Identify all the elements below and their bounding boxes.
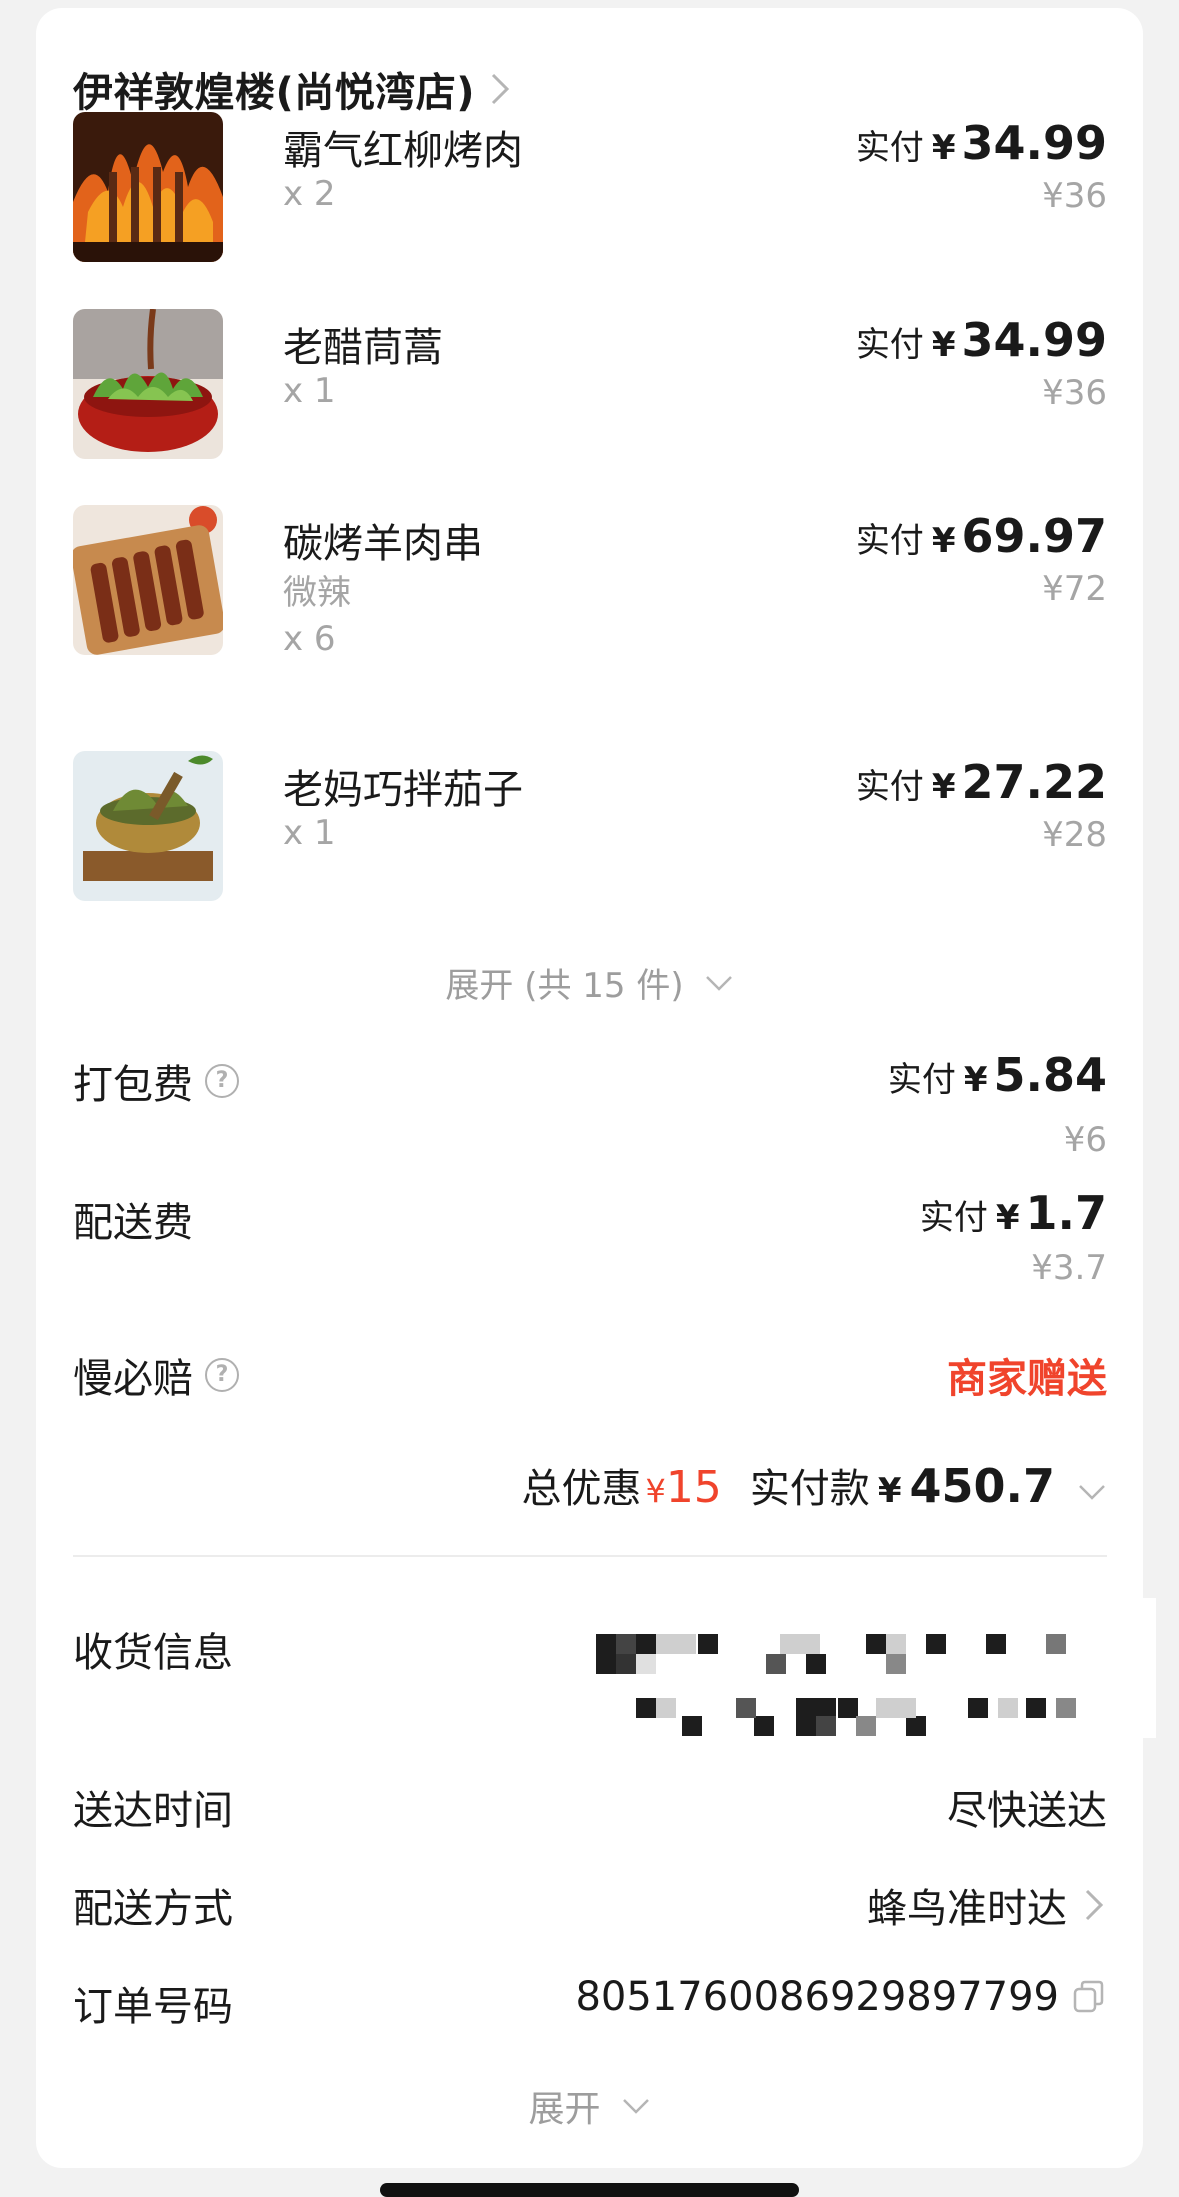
paid-total-value: 450.7 [909,1459,1055,1513]
item-original-price: ¥36 [1042,176,1107,216]
paid-amount: 27.22 [961,755,1107,809]
item-spec: 微辣 [283,573,351,613]
item-quantity: x 2 [283,174,336,214]
copy-icon[interactable] [1071,1979,1107,2015]
delivery-time-value: 尽快送达 [947,1778,1107,1836]
item-quantity: x 1 [283,813,336,853]
order-item[interactable]: 霸气红柳烤肉 x 2 实付 ¥ 34.99 ¥36 [73,112,1107,262]
item-thumbnail [73,505,223,655]
paid-label: 实付 [855,521,924,561]
packing-fee-row: 打包费 ? [73,1052,239,1110]
paid-label: 实付 [855,325,924,365]
order-number-value: 8051760086929897799 [575,1974,1107,2020]
item-paid-price: 实付 ¥ 27.22 [856,755,1107,809]
item-name: 碳烤羊肉串 [283,521,483,567]
item-quantity: x 1 [283,371,336,411]
paid-currency: ¥ [877,1471,902,1511]
merchant-gift-tag: 商家赠送 [947,1356,1107,1402]
item-paid-price: 实付 ¥ 34.99 [856,116,1107,170]
currency-symbol: ¥ [931,521,956,561]
eggplant-salad-image [73,751,223,901]
item-name: 老妈巧拌茄子 [283,767,523,813]
packing-fee-original: ¥6 [1063,1120,1107,1160]
order-item[interactable]: 碳烤羊肉串 微辣 x 6 实付 ¥ 69.97 ¥72 [73,505,1107,659]
delivery-fee-original: ¥3.7 [1031,1248,1107,1288]
expand-details-button[interactable]: 展开 [36,2080,1143,2132]
delivery-fee-price: 实付 ¥ 1.7 [920,1186,1107,1240]
paid-total-label: 实付款 [749,1466,870,1512]
chevron-down-icon [622,2099,649,2114]
item-thumbnail [73,309,223,459]
item-quantity: x 6 [283,619,336,659]
delivery-method-label: 配送方式 [73,1886,233,1932]
order-total-row[interactable]: 总优惠 ¥ 15 实付款 ¥ 450.7 [521,1456,1107,1514]
redacted-address [556,1598,1156,1738]
late-compensation-label: 慢必赔 [73,1356,193,1402]
paid-amount: 34.99 [961,313,1107,367]
item-original-price: ¥36 [1042,373,1107,413]
paid-label: 实付 [855,767,924,807]
help-icon[interactable]: ? [205,1358,239,1392]
paid-amount: 34.99 [961,116,1107,170]
total-discount-label: 总优惠 [521,1466,642,1512]
help-icon[interactable]: ? [205,1064,239,1098]
item-name: 霸气红柳烤肉 [283,128,523,174]
expand-items-label: 展开 (共 15 件) [445,966,684,1006]
delivery-fee-row: 配送费 [73,1190,193,1248]
item-paid-price: 实付 ¥ 34.99 [856,313,1107,367]
paid-amount: 69.97 [961,509,1107,563]
currency-symbol: ¥ [963,1060,988,1100]
order-item[interactable]: 老醋茼蒿 x 1 实付 ¥ 34.99 ¥36 [73,309,1107,459]
item-paid-price: 实付 ¥ 69.97 [856,509,1107,563]
currency-symbol: ¥ [931,128,956,168]
store-name: 伊祥敦煌楼(尚悦湾店) [73,70,476,116]
late-compensation-row: 慢必赔 ? [73,1346,239,1404]
currency-symbol: ¥ [995,1198,1020,1238]
paid-amount: 5.84 [993,1048,1108,1102]
chevron-right-icon [492,73,510,105]
paid-label: 实付 [919,1198,988,1238]
section-divider [73,1555,1107,1557]
item-thumbnail [73,751,223,901]
paid-amount: 1.7 [1025,1186,1108,1240]
lamb-skewer-image [73,505,223,655]
delivery-time-label: 送达时间 [73,1788,233,1834]
store-header[interactable]: 伊祥敦煌楼(尚悦湾店) [73,60,511,118]
expand-details-label: 展开 [528,2089,601,2130]
discount-currency: ¥ [645,1472,666,1510]
grilled-meat-image [73,112,223,262]
item-original-price: ¥28 [1042,815,1107,855]
order-item[interactable]: 老妈巧拌茄子 x 1 实付 ¥ 27.22 ¥28 [73,751,1107,901]
item-thumbnail [73,112,223,262]
delivery-method-value[interactable]: 蜂鸟准时达 [867,1876,1107,1934]
packing-fee-label: 打包费 [73,1062,193,1108]
chevron-down-icon [705,975,732,991]
currency-symbol: ¥ [931,767,956,807]
item-original-price: ¥72 [1042,569,1107,609]
order-detail-card: 伊祥敦煌楼(尚悦湾店) 霸气红柳烤肉 x 2 实付 ¥ 34.99 ¥36 老醋… [36,8,1156,2168]
expand-items-button[interactable]: 展开 (共 15 件) [36,958,1143,1007]
chevron-right-icon [1085,1889,1104,1921]
delivery-time-text: 尽快送达 [947,1788,1107,1834]
delivery-method-text: 蜂鸟准时达 [867,1886,1067,1932]
delivery-fee-label: 配送费 [73,1200,193,1246]
address-label: 收货信息 [73,1630,233,1676]
packing-fee-price: 实付 ¥ 5.84 [888,1048,1107,1102]
home-indicator[interactable] [380,2183,799,2197]
paid-label: 实付 [855,128,924,168]
vinegar-greens-image [73,309,223,459]
chevron-down-icon [1079,1485,1105,1500]
pixelated-address-image [556,1598,1156,1738]
paid-label: 实付 [887,1060,956,1100]
total-discount-value: 15 [665,1462,722,1513]
currency-symbol: ¥ [931,325,956,365]
order-number-label: 订单号码 [73,1984,233,2030]
order-number-text: 8051760086929897799 [575,1974,1059,2020]
item-name: 老醋茼蒿 [283,325,443,371]
